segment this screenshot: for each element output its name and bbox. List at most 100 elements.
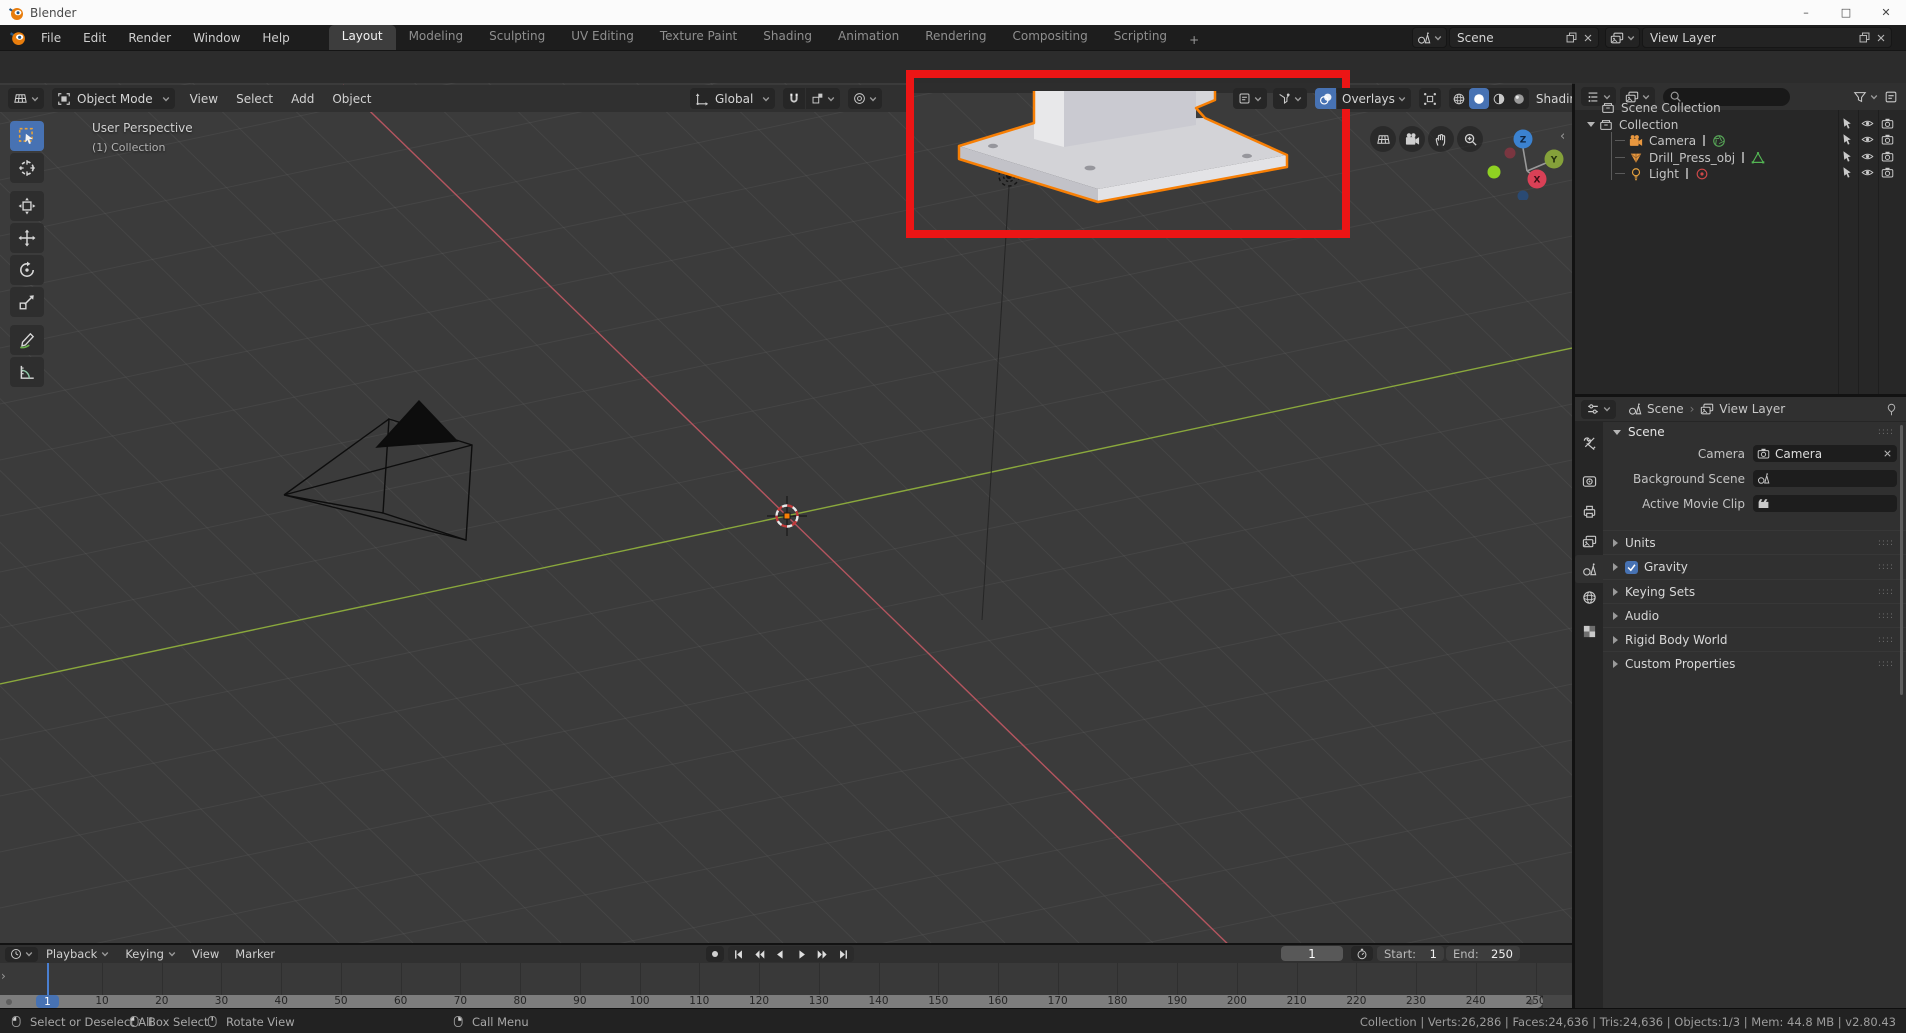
overlays-dropdown[interactable]: Overlays <box>1337 88 1411 109</box>
visibility-toggle[interactable] <box>1861 150 1874 163</box>
timeline-ruler-scrollbar[interactable]: 10 20 30 40 50 60 70 80 90 100 110 120 130 140 150 160 1… <box>0 995 1546 1008</box>
duplicate-icon[interactable] <box>1565 31 1578 44</box>
play-button[interactable] <box>791 946 812 962</box>
view-layer-icon-dropdown[interactable] <box>1605 27 1640 48</box>
render-toggle[interactable] <box>1881 117 1894 130</box>
properties-tab-scene[interactable] <box>1575 555 1603 583</box>
outliner-row-drill-press-obj[interactable]: Drill_Press_obj <box>1575 149 1906 166</box>
properties-tab-view-layer[interactable] <box>1575 527 1603 555</box>
add-workspace-button[interactable]: + <box>1180 30 1208 50</box>
properties-editor-type-dropdown[interactable] <box>1581 399 1616 419</box>
tab-scripting[interactable]: Scripting <box>1101 25 1180 50</box>
shading-dropdown[interactable]: Shading <box>1531 88 1572 109</box>
tab-animation[interactable]: Animation <box>825 25 912 50</box>
shading-solid-button[interactable] <box>1468 88 1489 109</box>
blender-menu-icon[interactable] <box>9 29 26 46</box>
visibility-dropdown[interactable] <box>1273 88 1307 109</box>
properties-tab-tool[interactable] <box>1575 429 1603 457</box>
properties-scrollbar[interactable] <box>1900 425 1903 695</box>
menu-window[interactable]: Window <box>182 25 251 50</box>
tab-rendering[interactable]: Rendering <box>912 25 999 50</box>
panel-grip[interactable]: :::: <box>1878 635 1894 645</box>
scene-icon-dropdown[interactable] <box>1412 27 1447 48</box>
timeline-menu-marker[interactable]: Marker <box>227 945 283 963</box>
properties-tab-render[interactable] <box>1575 467 1603 495</box>
panel-rigid-body-world[interactable]: Rigid Body World:::: <box>1603 627 1906 652</box>
close-icon[interactable] <box>1582 32 1594 44</box>
visibility-toggle[interactable] <box>1861 166 1874 179</box>
jump-to-end-button[interactable] <box>833 946 854 962</box>
tab-shading[interactable]: Shading <box>750 25 825 50</box>
visibility-toggle[interactable] <box>1861 117 1874 130</box>
next-keyframe-button[interactable] <box>812 946 833 962</box>
properties-tab-world[interactable] <box>1575 583 1603 611</box>
gizmos-toggle-button[interactable] <box>1418 88 1441 109</box>
menu-help[interactable]: Help <box>251 25 300 50</box>
panel-grip[interactable]: :::: <box>1878 427 1894 437</box>
properties-tab-output[interactable] <box>1575 497 1603 525</box>
expand-triangle-icon[interactable] <box>1587 122 1595 127</box>
outliner-row-collection[interactable]: Collection <box>1575 116 1906 133</box>
select-toggle[interactable] <box>1841 133 1854 146</box>
minimize-button[interactable]: – <box>1786 0 1826 25</box>
scene-name-field[interactable]: Scene <box>1449 27 1599 48</box>
field-active-movie-clip[interactable] <box>1753 495 1897 512</box>
panel-grip[interactable]: :::: <box>1878 587 1894 597</box>
breadcrumb-scene[interactable]: Scene <box>1647 402 1684 416</box>
select-toggle[interactable] <box>1841 117 1854 130</box>
panel-grip[interactable]: :::: <box>1878 611 1894 621</box>
timeline-menu-view[interactable]: View <box>184 945 227 963</box>
panel-gravity[interactable]: Gravity:::: <box>1603 554 1906 579</box>
object-types-visibility-dropdown[interactable] <box>1233 88 1267 109</box>
auto-keying-button[interactable] <box>706 946 724 962</box>
tab-uv-editing[interactable]: UV Editing <box>558 25 647 50</box>
play-reverse-button[interactable] <box>770 946 791 962</box>
field-background-scene[interactable] <box>1753 470 1897 487</box>
playhead-frame-label[interactable]: 1 <box>36 995 59 1008</box>
tab-modeling[interactable]: Modeling <box>396 25 477 50</box>
timeline-menu-keying[interactable]: Keying <box>117 945 184 963</box>
select-toggle[interactable] <box>1841 166 1854 179</box>
properties-tab-texture[interactable] <box>1575 617 1603 645</box>
start-frame-field[interactable]: Start: 1 <box>1377 946 1444 961</box>
panel-grip[interactable]: :::: <box>1878 659 1894 669</box>
outliner-row-camera[interactable]: Camera <box>1575 132 1906 149</box>
shading-material-button[interactable] <box>1489 88 1509 109</box>
playhead[interactable] <box>47 963 49 995</box>
scene-panel-header[interactable]: Scene :::: <box>1603 421 1906 443</box>
duplicate-icon[interactable] <box>1858 31 1871 44</box>
field-camera[interactable]: Camera <box>1753 445 1897 462</box>
close-icon[interactable] <box>1875 32 1887 44</box>
jump-to-start-button[interactable] <box>728 946 749 962</box>
current-frame-field[interactable]: 1 <box>1281 946 1343 961</box>
tab-compositing[interactable]: Compositing <box>999 25 1100 50</box>
tab-texture-paint[interactable]: Texture Paint <box>647 25 750 50</box>
maximize-button[interactable]: □ <box>1826 0 1866 25</box>
render-toggle[interactable] <box>1881 166 1894 179</box>
render-toggle[interactable] <box>1881 133 1894 146</box>
use-preview-range-button[interactable] <box>1351 946 1373 961</box>
shading-wireframe-button[interactable] <box>1449 88 1469 109</box>
pin-icon[interactable] <box>1885 403 1898 416</box>
outliner-row-light[interactable]: Light <box>1575 165 1906 182</box>
panel-keying-sets[interactable]: Keying Sets:::: <box>1603 579 1906 604</box>
panel-units[interactable]: Units:::: <box>1603 530 1906 555</box>
panel-audio[interactable]: Audio:::: <box>1603 603 1906 628</box>
tab-layout[interactable]: Layout <box>328 25 396 50</box>
outliner-row-scene-collection[interactable]: Scene Collection <box>1575 99 1906 116</box>
panel-grip[interactable]: :::: <box>1878 562 1894 572</box>
view-layer-name-field[interactable]: View Layer <box>1642 27 1892 48</box>
timeline-menu-playback[interactable]: Playback <box>38 945 117 963</box>
timeline-region-chevron[interactable]: › <box>1 969 6 983</box>
menu-edit[interactable]: Edit <box>72 25 117 50</box>
select-toggle[interactable] <box>1841 150 1854 163</box>
menu-file[interactable]: File <box>30 25 72 50</box>
breadcrumb-view-layer[interactable]: View Layer <box>1719 402 1785 416</box>
close-button[interactable]: ✕ <box>1866 0 1906 25</box>
panel-custom-properties[interactable]: Custom Properties:::: <box>1603 651 1906 676</box>
visibility-toggle[interactable] <box>1861 133 1874 146</box>
tab-sculpting[interactable]: Sculpting <box>476 25 558 50</box>
render-toggle[interactable] <box>1881 150 1894 163</box>
gravity-checkbox[interactable] <box>1625 560 1638 574</box>
previous-keyframe-button[interactable] <box>749 946 770 962</box>
